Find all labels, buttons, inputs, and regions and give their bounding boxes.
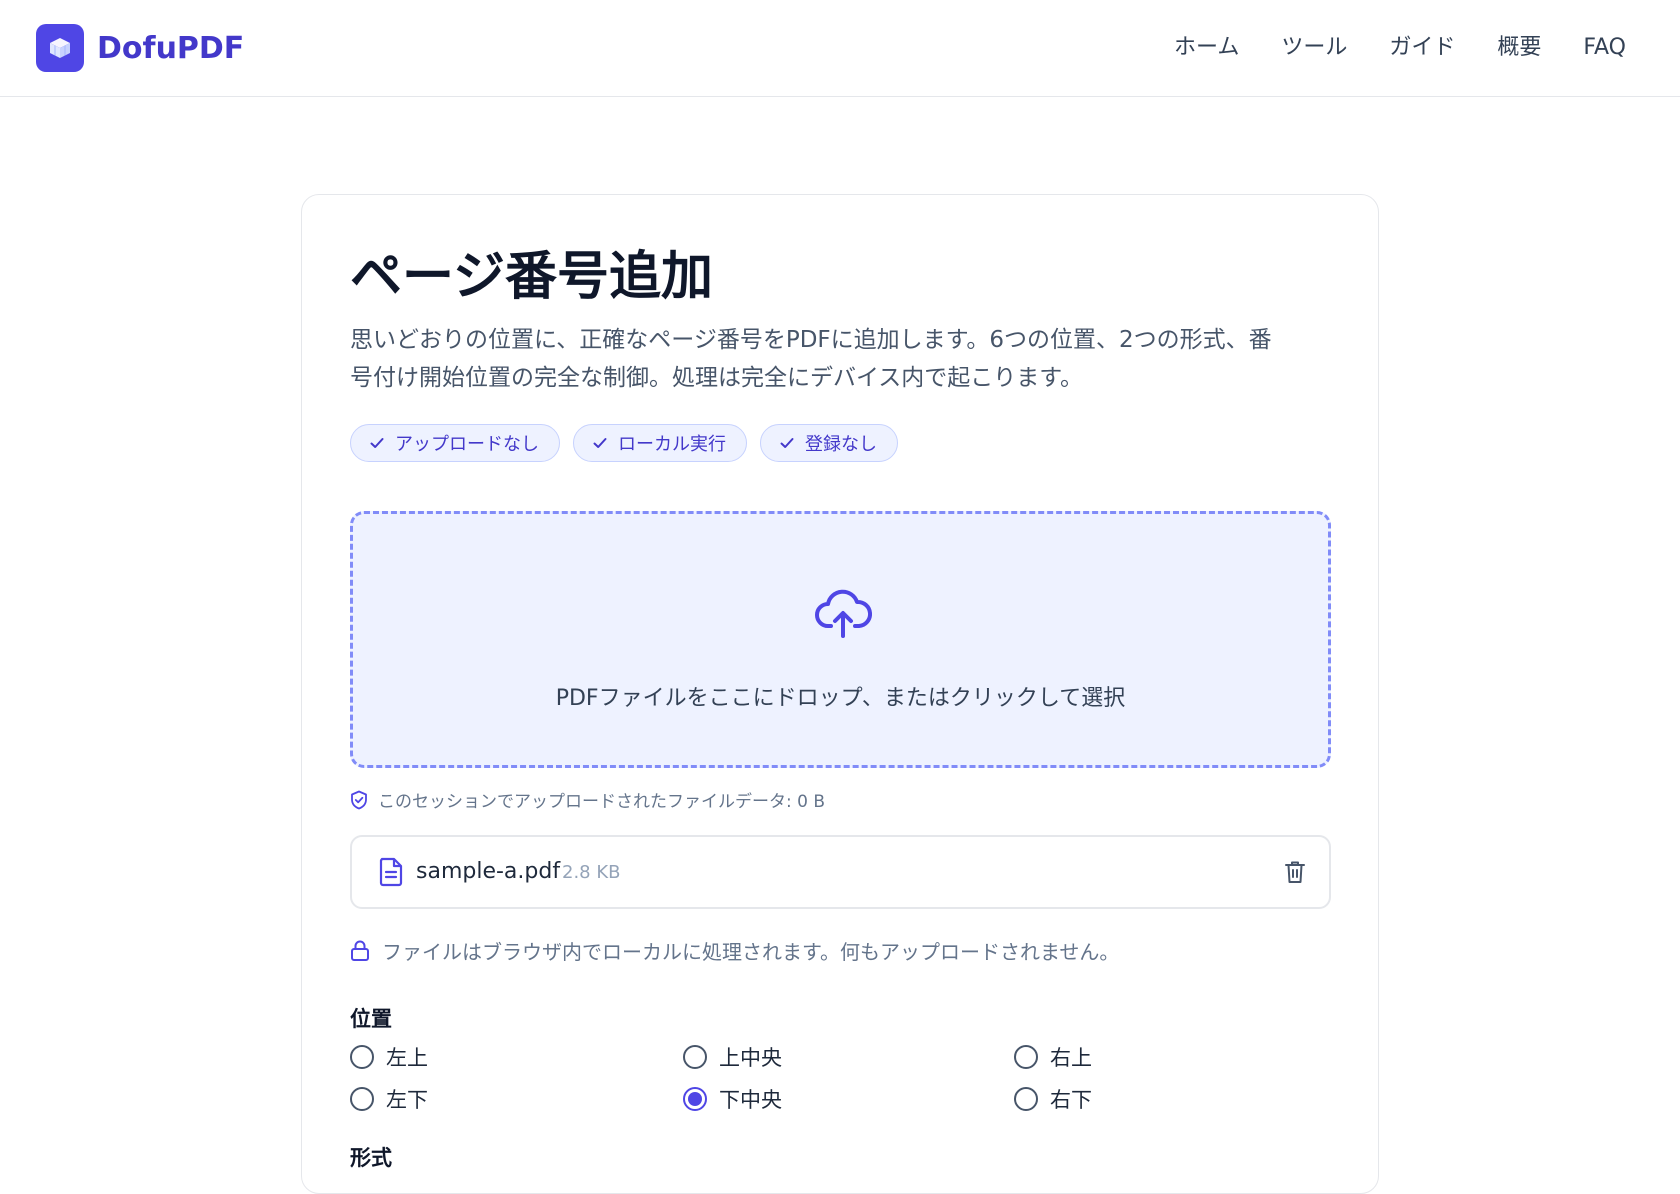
description-line-1: 思いどおりの位置に、正確なページ番号をPDFに追加します。6つの位置、2つの形式… <box>350 327 1272 353</box>
badge-label: ローカル実行 <box>618 434 726 455</box>
badge-no-upload: アップロードなし <box>350 424 560 462</box>
position-top-right[interactable]: 右上 <box>1014 1042 1092 1072</box>
position-label: 位置 <box>350 1007 392 1031</box>
radio-label: 左上 <box>386 1046 428 1070</box>
session-upload-note: このセッションでアップロードされたファイルデータ: 0 B <box>350 787 825 812</box>
brand-name: DofuPDF <box>97 30 245 66</box>
file-dropzone[interactable]: PDFファイルをここにドロップ、またはクリックして選択 <box>350 511 1331 768</box>
file-text-icon <box>378 857 404 891</box>
file-row: sample-a.pdf 2.8 KB <box>350 835 1331 909</box>
cloud-upload-icon <box>814 586 872 644</box>
brand[interactable]: DofuPDF <box>36 24 244 72</box>
badge-local-run: ローカル実行 <box>573 424 747 462</box>
radio-label: 右下 <box>1050 1088 1092 1112</box>
shield-check-icon <box>350 790 368 810</box>
nav-home[interactable]: ホーム <box>1174 30 1239 66</box>
page-description: 思いどおりの位置に、正確なページ番号をPDFに追加します。6つの位置、2つの形式… <box>350 321 1340 397</box>
position-top-left[interactable]: 左上 <box>350 1042 428 1072</box>
position-top-center[interactable]: 上中央 <box>683 1042 782 1072</box>
radio-circle[interactable] <box>1014 1087 1038 1111</box>
file-name: sample-a.pdf <box>416 859 561 884</box>
logo-cube-icon <box>36 24 84 72</box>
radio-label: 上中央 <box>719 1046 782 1070</box>
lock-icon <box>350 940 370 962</box>
dropzone-text: PDFファイルをここにドロップ、またはクリックして選択 <box>555 686 1126 711</box>
radio-circle[interactable] <box>350 1045 374 1069</box>
position-bottom-left[interactable]: 左下 <box>350 1084 428 1114</box>
badge-label: 登録なし <box>805 434 877 455</box>
radio-circle[interactable] <box>1014 1045 1038 1069</box>
description-line-2: 号付け開始位置の完全な制御。処理は完全にデバイス内で起こります。 <box>350 365 1084 391</box>
badge-no-signup: 登録なし <box>760 424 898 462</box>
check-icon <box>592 435 608 451</box>
radio-circle-selected[interactable] <box>683 1087 707 1111</box>
feature-badges: アップロードなし ローカル実行 登録なし <box>350 424 911 462</box>
radio-circle[interactable] <box>350 1087 374 1111</box>
privacy-note: ファイルはブラウザ内でローカルに処理されます。何もアップロードされません。 <box>350 936 1119 965</box>
nav-tools[interactable]: ツール <box>1281 30 1347 66</box>
privacy-note-text: ファイルはブラウザ内でローカルに処理されます。何もアップロードされません。 <box>382 940 1120 964</box>
nav-guide[interactable]: ガイド <box>1389 30 1455 66</box>
page-title: ページ番号追加 <box>350 247 713 307</box>
radio-label: 右上 <box>1050 1046 1092 1070</box>
session-note-text: このセッションでアップロードされたファイルデータ: 0 B <box>378 792 826 812</box>
nav-about[interactable]: 概要 <box>1497 30 1541 66</box>
position-bottom-center[interactable]: 下中央 <box>683 1084 782 1114</box>
tool-card: ページ番号追加 思いどおりの位置に、正確なページ番号をPDFに追加します。6つの… <box>301 194 1379 1194</box>
nav-faq[interactable]: FAQ <box>1583 30 1626 66</box>
badge-label: アップロードなし <box>395 434 539 455</box>
radio-label: 下中央 <box>719 1088 782 1112</box>
position-bottom-right[interactable]: 右下 <box>1014 1084 1092 1114</box>
format-label: 形式 <box>350 1146 392 1170</box>
main-nav: ホーム ツール ガイド 概要 FAQ <box>1132 30 1626 66</box>
trash-icon[interactable] <box>1283 859 1307 889</box>
radio-circle[interactable] <box>683 1045 707 1069</box>
check-icon <box>369 435 385 451</box>
site-header: DofuPDF ホーム ツール ガイド 概要 FAQ <box>0 0 1680 97</box>
file-size: 2.8 KB <box>562 862 621 883</box>
check-icon <box>779 435 795 451</box>
radio-label: 左下 <box>386 1088 428 1112</box>
